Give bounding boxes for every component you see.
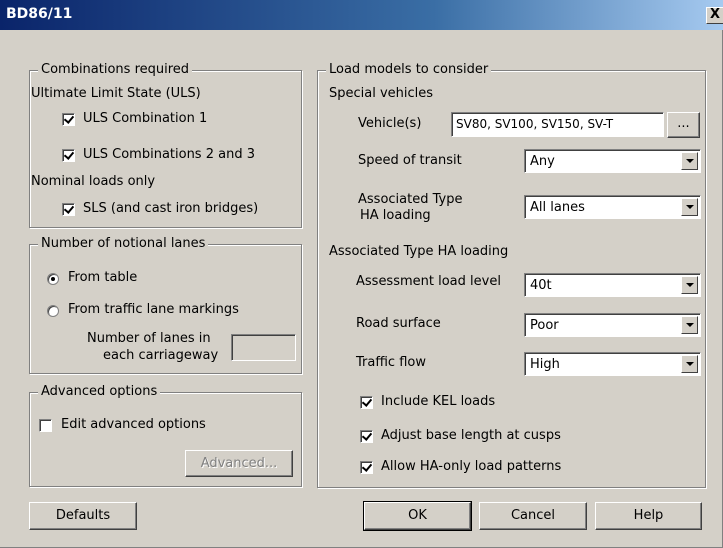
vehicles-field[interactable]: SV80, SV100, SV150, SV-T: [451, 112, 664, 137]
from-table-label[interactable]: From table: [68, 270, 137, 285]
lane-count-input[interactable]: [231, 334, 296, 361]
road-surface-select[interactable]: Poor: [524, 313, 701, 337]
lanes-legend: Number of notional lanes: [38, 236, 209, 251]
traffic-flow-label: Traffic flow: [356, 355, 426, 370]
special-vehicles-heading: Special vehicles: [329, 86, 434, 101]
sls-label[interactable]: SLS (and cast iron bridges): [83, 201, 258, 216]
assoc-label-line1: Associated Type: [358, 192, 463, 207]
chevron-down-icon[interactable]: [681, 276, 698, 294]
speed-select[interactable]: Any: [524, 149, 701, 173]
uls-combinations-2-3-checkbox[interactable]: [62, 149, 75, 162]
uls-heading: Ultimate Limit State (ULS): [31, 86, 201, 101]
speed-value: Any: [530, 154, 555, 169]
road-surface-label: Road surface: [356, 316, 441, 331]
uls-combination-1-checkbox[interactable]: [62, 113, 75, 126]
from-table-radio[interactable]: [47, 273, 59, 285]
defaults-button[interactable]: Defaults: [29, 502, 137, 530]
from-markings-radio[interactable]: [47, 305, 59, 317]
nominal-heading: Nominal loads only: [31, 174, 156, 189]
chevron-down-icon[interactable]: [681, 198, 698, 216]
dialog-window: BD86/11 X Combinations required Ultimate…: [0, 0, 723, 548]
lane-count-label-line1: Number of lanes in: [87, 331, 211, 346]
uls-combination-1-label[interactable]: ULS Combination 1: [83, 111, 207, 126]
road-surface-value: Poor: [530, 318, 559, 333]
adjust-cusps-label[interactable]: Adjust base length at cusps: [381, 428, 561, 443]
combinations-legend: Combinations required: [38, 62, 193, 77]
include-kel-checkbox[interactable]: [360, 396, 373, 409]
window-title: BD86/11: [6, 6, 73, 22]
title-bar[interactable]: BD86/11 X: [0, 0, 723, 30]
from-markings-label[interactable]: From traffic lane markings: [68, 302, 239, 317]
speed-label: Speed of transit: [358, 153, 462, 168]
assoc-ha-value: All lanes: [530, 200, 585, 215]
advanced-button[interactable]: Advanced...: [185, 450, 293, 477]
edit-advanced-checkbox[interactable]: [39, 419, 52, 432]
lane-count-label-line2: each carriageway: [103, 348, 219, 363]
load-models-legend: Load models to consider: [326, 62, 492, 77]
ha-only-checkbox[interactable]: [360, 461, 373, 474]
close-button[interactable]: X: [706, 7, 723, 24]
sls-checkbox[interactable]: [62, 203, 75, 216]
advanced-legend: Advanced options: [38, 384, 161, 399]
vehicles-label: Vehicle(s): [358, 116, 422, 131]
ha-only-label[interactable]: Allow HA-only load patterns: [381, 459, 561, 474]
help-button[interactable]: Help: [595, 502, 702, 530]
edit-advanced-label[interactable]: Edit advanced options: [61, 417, 206, 432]
chevron-down-icon[interactable]: [681, 355, 698, 373]
assessment-value: 40t: [530, 278, 552, 293]
traffic-flow-value: High: [530, 357, 560, 372]
assessment-select[interactable]: 40t: [524, 273, 701, 297]
chevron-down-icon[interactable]: [681, 316, 698, 334]
assessment-label: Assessment load level: [356, 274, 501, 289]
uls-combinations-2-3-label[interactable]: ULS Combinations 2 and 3: [83, 147, 255, 162]
assoc-ha-select[interactable]: All lanes: [524, 195, 701, 219]
chevron-down-icon[interactable]: [681, 152, 698, 170]
adjust-cusps-checkbox[interactable]: [360, 430, 373, 443]
ok-button[interactable]: OK: [363, 501, 472, 531]
traffic-flow-select[interactable]: High: [524, 352, 701, 376]
assoc-label-line2: HA loading: [360, 208, 431, 223]
vehicles-browse-button[interactable]: ...: [667, 112, 700, 138]
include-kel-label[interactable]: Include KEL loads: [381, 394, 495, 409]
cancel-button[interactable]: Cancel: [479, 502, 587, 530]
ha-loading-heading: Associated Type HA loading: [329, 244, 509, 259]
